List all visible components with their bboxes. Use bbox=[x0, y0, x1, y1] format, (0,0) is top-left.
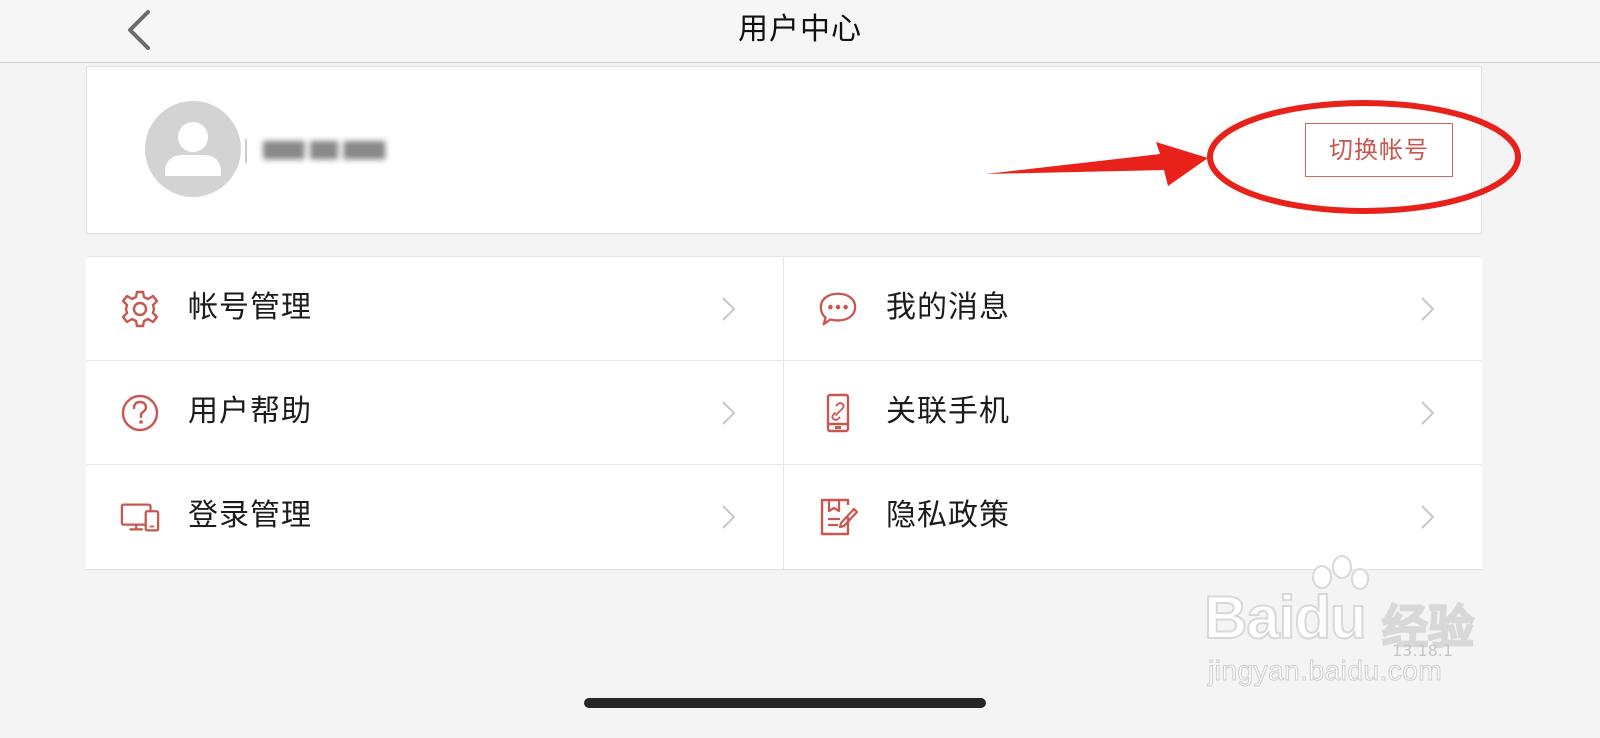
home-indicator[interactable] bbox=[584, 698, 986, 708]
menu-item-label: 登录管理 bbox=[188, 498, 312, 533]
chevron-right-icon bbox=[1421, 297, 1435, 321]
menu-item-user-help[interactable]: 用户帮助 bbox=[86, 361, 784, 465]
menu-item-label: 用户帮助 bbox=[188, 394, 312, 429]
chevron-right-icon bbox=[722, 401, 736, 425]
document-edit-icon bbox=[818, 497, 858, 537]
username: ▇▇▇ ▇▇ ▇▇▇ bbox=[263, 139, 386, 160]
chevron-right-icon bbox=[722, 297, 736, 321]
menu-item-link-phone[interactable]: 关联手机 bbox=[784, 361, 1482, 465]
avatar[interactable] bbox=[145, 101, 241, 197]
watermark-brand-suffix: 经验 bbox=[1381, 599, 1475, 655]
baidu-watermark: Baidu 经验 13.18.1 jingyan.baidu.com bbox=[1200, 555, 1500, 695]
page-title: 用户中心 bbox=[738, 12, 862, 47]
phone-link-icon bbox=[818, 393, 858, 433]
switch-account-button[interactable]: 切换帐号 bbox=[1305, 123, 1453, 177]
menu-item-label: 关联手机 bbox=[886, 394, 1010, 429]
menu-item-privacy-policy[interactable]: 隐私政策 bbox=[784, 465, 1482, 569]
devices-icon bbox=[120, 497, 160, 537]
menu-item-label: 隐私政策 bbox=[886, 498, 1010, 533]
menu-item-label: 我的消息 bbox=[886, 290, 1010, 325]
menu-grid: 帐号管理 我的消息 用户帮助 关联手机 登录管理 隐私政策 bbox=[86, 256, 1482, 570]
chat-bubble-icon bbox=[818, 289, 858, 329]
menu-item-login-management[interactable]: 登录管理 bbox=[86, 465, 784, 569]
watermark-brand: Baidu bbox=[1203, 583, 1368, 652]
chevron-right-icon bbox=[1421, 505, 1435, 529]
menu-item-my-messages[interactable]: 我的消息 bbox=[784, 257, 1482, 361]
divider bbox=[245, 139, 247, 163]
menu-item-account-management[interactable]: 帐号管理 bbox=[86, 257, 784, 361]
menu-item-label: 帐号管理 bbox=[188, 290, 312, 325]
chevron-right-icon bbox=[722, 505, 736, 529]
user-silhouette-icon bbox=[165, 122, 221, 176]
watermark-version: 13.18.1 bbox=[1392, 641, 1454, 660]
gear-icon bbox=[120, 289, 160, 329]
watermark-url: jingyan.baidu.com bbox=[1207, 655, 1443, 687]
profile-card: ▇▇▇ ▇▇ ▇▇▇ 切换帐号 bbox=[86, 66, 1482, 234]
chevron-right-icon bbox=[1421, 401, 1435, 425]
user-center-screen: 用户中心 ▇▇▇ ▇▇ ▇▇▇ 切换帐号 帐号管理 我的消息 用户帮助 关联手机… bbox=[0, 0, 1600, 738]
question-circle-icon bbox=[120, 393, 160, 433]
navigation-bar: 用户中心 bbox=[0, 0, 1600, 63]
